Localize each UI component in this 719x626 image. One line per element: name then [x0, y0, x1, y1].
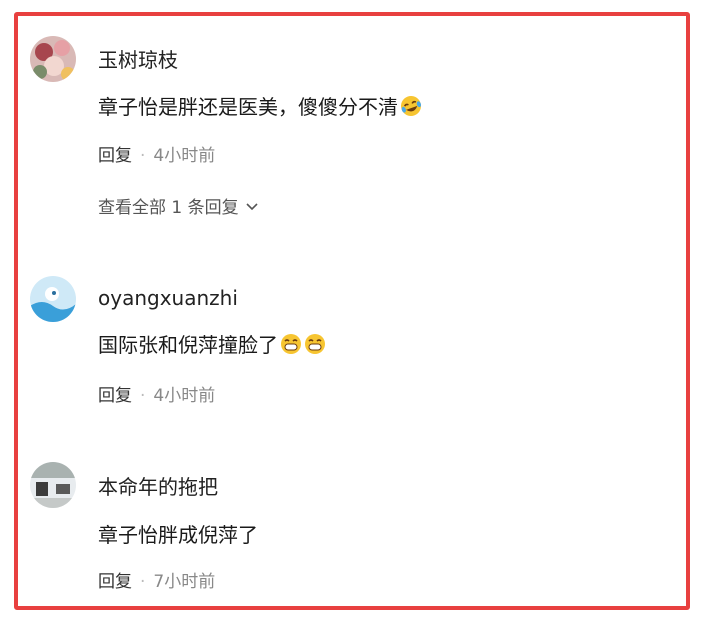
avatar[interactable] [30, 276, 76, 322]
comment-text-body: 章子怡是胖还是医美，傻傻分不清 [98, 95, 398, 119]
comment-panel: 玉树琼枝 章子怡是胖还是医美，傻傻分不清 回复 · 4小时前 查看全部 1 条回… [14, 12, 690, 610]
reply-button[interactable]: 回复 [98, 386, 132, 406]
comment-meta: 回复 · 7小时前 [98, 567, 215, 592]
comment-text: 章子怡是胖还是医美，傻傻分不清 [98, 91, 422, 122]
username[interactable]: 本命年的拖把 [98, 471, 218, 500]
grin-emoji-icon [280, 333, 302, 360]
view-all-replies-button[interactable]: 查看全部 1 条回复 [98, 193, 258, 218]
grin-emoji-icon [304, 333, 326, 360]
comment-text: 国际张和倪萍撞脸了 [98, 329, 326, 360]
meta-separator: · [140, 146, 146, 166]
comment-meta: 回复 · 4小时前 [98, 381, 215, 406]
avatar[interactable] [30, 36, 76, 82]
reply-button[interactable]: 回复 [98, 146, 132, 166]
reply-button[interactable]: 回复 [98, 572, 132, 592]
timestamp: 4小时前 [153, 386, 216, 406]
view-all-replies-label: 查看全部 1 条回复 [98, 198, 239, 218]
timestamp: 7小时前 [153, 572, 216, 592]
comment-meta: 回复 · 4小时前 [98, 141, 215, 166]
meta-separator: · [140, 386, 146, 406]
username[interactable]: oyangxuanzhi [98, 286, 238, 310]
comment-text: 章子怡胖成倪萍了 [98, 519, 258, 548]
laugh-cry-emoji-icon [400, 95, 422, 122]
comment-text-body: 章子怡胖成倪萍了 [98, 523, 258, 547]
meta-separator: · [140, 572, 146, 592]
comment-text-body: 国际张和倪萍撞脸了 [98, 333, 278, 357]
chevron-down-icon [246, 196, 258, 216]
avatar[interactable] [30, 462, 76, 508]
username[interactable]: 玉树琼枝 [98, 44, 178, 73]
timestamp: 4小时前 [153, 146, 216, 166]
